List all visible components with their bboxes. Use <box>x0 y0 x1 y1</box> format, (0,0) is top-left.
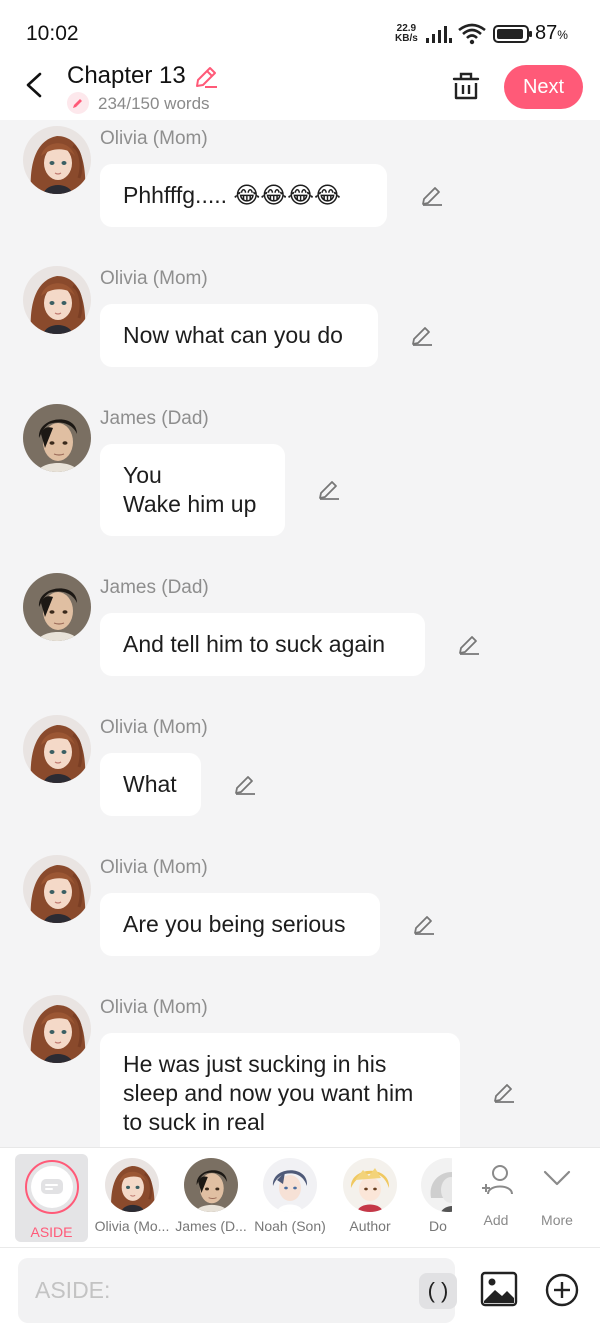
add-character-button[interactable]: Add <box>466 1148 526 1247</box>
speaker-name: James (Dad) <box>100 408 209 429</box>
speaker-name: James (Dad) <box>100 577 209 598</box>
aside-ring <box>25 1160 79 1214</box>
olivia-avatar[interactable] <box>23 855 91 923</box>
message-input[interactable] <box>35 1258 395 1323</box>
add-circle-icon[interactable] <box>544 1272 580 1308</box>
parentheses-button[interactable]: ( ) <box>419 1273 457 1309</box>
word-count-pencil-icon <box>67 92 89 114</box>
olivia-avatar[interactable] <box>23 266 91 334</box>
message-bubble[interactable]: Phhfffg..... 😂😂😂😂 <box>100 164 387 227</box>
message-bubble[interactable]: You Wake him up <box>100 444 285 536</box>
message-text-line: Wake him up <box>123 491 257 517</box>
edit-message-pencil-icon[interactable] <box>412 913 436 937</box>
message-bubble[interactable]: He was just sucking in his sleep and now… <box>100 1033 460 1158</box>
message-text: What <box>123 771 177 797</box>
wifi-icon <box>458 23 486 45</box>
olivia-avatar <box>105 1158 159 1212</box>
network-speed: 22.9 KB/s <box>395 24 418 44</box>
status-bar: 10:02 22.9 KB/s 87% <box>0 0 600 62</box>
battery-percent-unit: % <box>557 28 568 42</box>
james-avatar[interactable] <box>23 573 91 641</box>
edit-message-pencil-icon[interactable] <box>420 184 444 208</box>
james-avatar[interactable] <box>23 404 91 472</box>
character-label: Do <box>429 1218 447 1234</box>
battery-percent: 87% <box>535 22 568 45</box>
message-text: Phhfffg..... 😂😂😂😂 <box>123 182 341 208</box>
character-olivia[interactable]: Olivia (Mo... <box>92 1148 172 1247</box>
battery-percent-value: 87 <box>535 22 558 44</box>
message-text-line: You <box>123 462 162 488</box>
message-bubble[interactable]: And tell him to suck again <box>100 613 425 676</box>
character-label: Olivia (Mo... <box>94 1218 170 1234</box>
edit-message-pencil-icon[interactable] <box>410 324 434 348</box>
edit-message-pencil-icon[interactable] <box>457 633 481 657</box>
character-do[interactable]: Do <box>408 1148 452 1247</box>
speaker-name: Olivia (Mom) <box>100 268 208 289</box>
more-button[interactable]: More <box>527 1148 587 1247</box>
message-bubble[interactable]: What <box>100 753 201 816</box>
edit-message-pencil-icon[interactable] <box>233 773 257 797</box>
author-avatar <box>343 1158 397 1212</box>
message-bubble[interactable]: Are you being serious <box>100 893 380 956</box>
aside-chat-icon <box>31 1166 73 1208</box>
signal-icon <box>426 26 452 43</box>
speaker-name: Olivia (Mom) <box>100 128 208 149</box>
network-speed-unit: KB/s <box>395 33 418 44</box>
character-label: ASIDE <box>30 1224 73 1240</box>
character-aside[interactable]: ASIDE <box>15 1154 88 1242</box>
chapter-title[interactable]: Chapter 13 <box>67 62 186 90</box>
character-james[interactable]: James (D... <box>171 1148 251 1247</box>
speaker-name: Olivia (Mom) <box>100 997 208 1018</box>
edit-message-pencil-icon[interactable] <box>317 478 341 502</box>
add-label: Add <box>483 1212 509 1228</box>
edit-title-pencil-icon[interactable] <box>193 64 219 90</box>
back-arrow-icon[interactable] <box>20 70 50 100</box>
character-noah[interactable]: Noah (Son) <box>250 1148 330 1247</box>
speaker-name: Olivia (Mom) <box>100 717 208 738</box>
noah-avatar <box>263 1158 317 1212</box>
speaker-name: Olivia (Mom) <box>100 857 208 878</box>
message-text: Are you being serious <box>123 911 346 937</box>
word-count: 234/150 words <box>98 94 210 113</box>
message-input-container: ( ) <box>18 1258 457 1323</box>
olivia-avatar[interactable] <box>23 715 91 783</box>
add-user-icon <box>482 1165 513 1195</box>
james-avatar <box>184 1158 238 1212</box>
image-icon[interactable] <box>480 1271 518 1307</box>
message-text-line: to suck in real <box>123 1109 265 1135</box>
editor-header: Chapter 13 234/150 words Next <box>0 62 600 120</box>
edit-message-pencil-icon[interactable] <box>492 1081 516 1105</box>
olivia-avatar[interactable] <box>23 995 91 1063</box>
character-selector-bar: ASIDE Olivia (Mo... James (D... Noah (So… <box>0 1147 600 1247</box>
next-button[interactable]: Next <box>504 65 583 109</box>
message-text: And tell him to suck again <box>123 631 386 657</box>
character-label: Author <box>349 1218 391 1234</box>
message-bubble[interactable]: Now what can you do <box>100 304 378 367</box>
composer-bar: ( ) <box>0 1247 600 1333</box>
message-text-line: He was just sucking in his <box>123 1051 387 1077</box>
character-label: James (D... <box>175 1218 247 1234</box>
status-time: 10:02 <box>26 22 79 45</box>
olivia-avatar[interactable] <box>23 126 91 194</box>
chevron-down-icon <box>543 1170 571 1186</box>
more-label: More <box>541 1212 573 1228</box>
trash-icon[interactable] <box>451 70 481 102</box>
message-text: Now what can you do <box>123 322 343 348</box>
character-label: Noah (Son) <box>254 1218 326 1234</box>
character-author[interactable]: Author <box>330 1148 410 1247</box>
battery-icon <box>493 25 532 43</box>
message-text-line: sleep and now you want him <box>123 1080 414 1106</box>
do-avatar <box>421 1158 452 1212</box>
